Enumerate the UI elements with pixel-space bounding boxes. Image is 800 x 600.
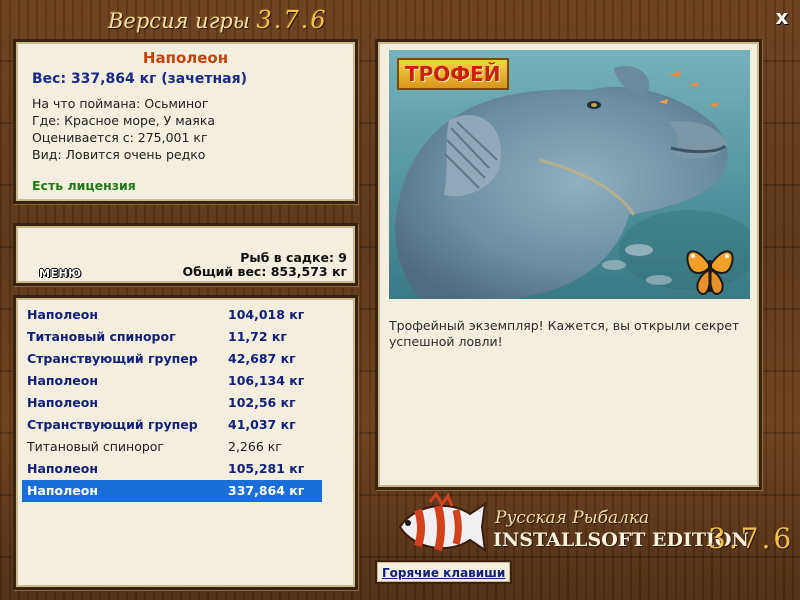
- list-item[interactable]: Титановый спинорог 2,266 кг: [22, 436, 322, 458]
- catch-fish-name: Наполеон: [27, 373, 98, 388]
- keepnet-stats: Рыб в садке: 9 Общий вес: 853,573 кг: [183, 251, 348, 279]
- close-icon: x: [775, 5, 789, 29]
- fish-location: Где: Красное море, У маяка: [32, 113, 216, 128]
- fish-rarity: Вид: Ловится очень редко: [32, 147, 206, 162]
- catch-list: Наполеон 104,018 кг Титановый спинорог 11,7…: [13, 295, 358, 590]
- catch-fish-name: Наполеон: [27, 395, 98, 410]
- list-item[interactable]: Странствующий групер 42,687 кг: [22, 348, 322, 370]
- list-item[interactable]: Наполеон 102,56 кг: [22, 392, 322, 414]
- catch-fish-weight: 102,56 кг: [228, 395, 296, 410]
- catch-fish-weight: 105,281 кг: [228, 461, 305, 476]
- fish-info-panel: Наполеон Вес: 337,864 кг (зачетная) На ч…: [13, 39, 358, 204]
- catch-fish-weight: 104,018 кг: [228, 307, 305, 322]
- list-item[interactable]: Наполеон 105,281 кг: [22, 458, 322, 480]
- logo-title: Русская Рыбалка: [495, 508, 650, 528]
- title-prefix: Версия игры: [108, 9, 250, 33]
- catch-fish-name: Странствующий групер: [27, 417, 198, 432]
- catch-fish-weight: 42,687 кг: [228, 351, 296, 366]
- fish-weight: Вес: 337,864 кг (зачетная): [32, 71, 247, 87]
- game-logo: Русская Рыбалка INSTALLSOFT EDITION 3.7.…: [385, 492, 791, 564]
- title-version: 3.7.6: [256, 6, 328, 34]
- menu-button[interactable]: МЕНЮ: [36, 267, 85, 281]
- list-item[interactable]: Титановый спинорог 11,72 кг: [22, 326, 322, 348]
- window-title: Версия игры 3.7.6: [108, 6, 368, 36]
- fish-photo: ТРОФЕЙ: [389, 50, 750, 299]
- list-item[interactable]: Наполеон 106,134 кг: [22, 370, 322, 392]
- catch-fish-weight: 2,266 кг: [228, 439, 282, 454]
- catch-fish-name: Титановый спинорог: [27, 439, 164, 454]
- list-item-selected[interactable]: Наполеон 337,864 кг: [22, 480, 322, 502]
- catch-fish-weight: 41,037 кг: [228, 417, 296, 432]
- catch-fish-weight: 11,72 кг: [228, 329, 287, 344]
- catch-fish-name: Странствующий групер: [27, 351, 198, 366]
- catch-fish-name: Наполеон: [27, 461, 98, 476]
- list-item[interactable]: Наполеон 104,018 кг: [22, 304, 322, 326]
- hotkeys-link[interactable]: Горячие клавиши: [375, 560, 513, 584]
- catch-fish-name: Наполеон: [27, 483, 98, 498]
- license-status: Есть лицензия: [32, 178, 136, 193]
- trophy-badge: ТРОФЕЙ: [397, 58, 509, 90]
- fish-name: Наполеон: [142, 49, 229, 67]
- fish-valued: Оценивается с: 275,001 кг: [32, 130, 208, 145]
- logo-version: 3.7.6: [708, 522, 795, 555]
- trophy-panel: ТРОФЕЙ Трофейный экземпляр! Кажется, вы …: [375, 39, 762, 490]
- catch-fish-name: Титановый спинорог: [27, 329, 176, 344]
- fish-bait: На что поймана: Осьминог: [32, 96, 209, 111]
- close-button[interactable]: x: [771, 6, 793, 28]
- fish-count: Рыб в садке: 9: [240, 250, 347, 265]
- catch-fish-weight: 106,134 кг: [228, 373, 305, 388]
- total-weight: Общий вес: 853,573 кг: [182, 264, 348, 279]
- fish-logo-icon: [398, 492, 487, 553]
- keepnet-stats-panel: МЕНЮ Рыб в садке: 9 Общий вес: 853,573 к…: [13, 223, 358, 286]
- catch-fish-weight: 337,864 кг: [228, 483, 305, 498]
- catch-fish-name: Наполеон: [27, 307, 98, 322]
- list-item[interactable]: Странствующий групер 41,037 кг: [22, 414, 322, 436]
- trophy-description: Трофейный экземпляр! Кажется, вы открыли…: [389, 318, 740, 349]
